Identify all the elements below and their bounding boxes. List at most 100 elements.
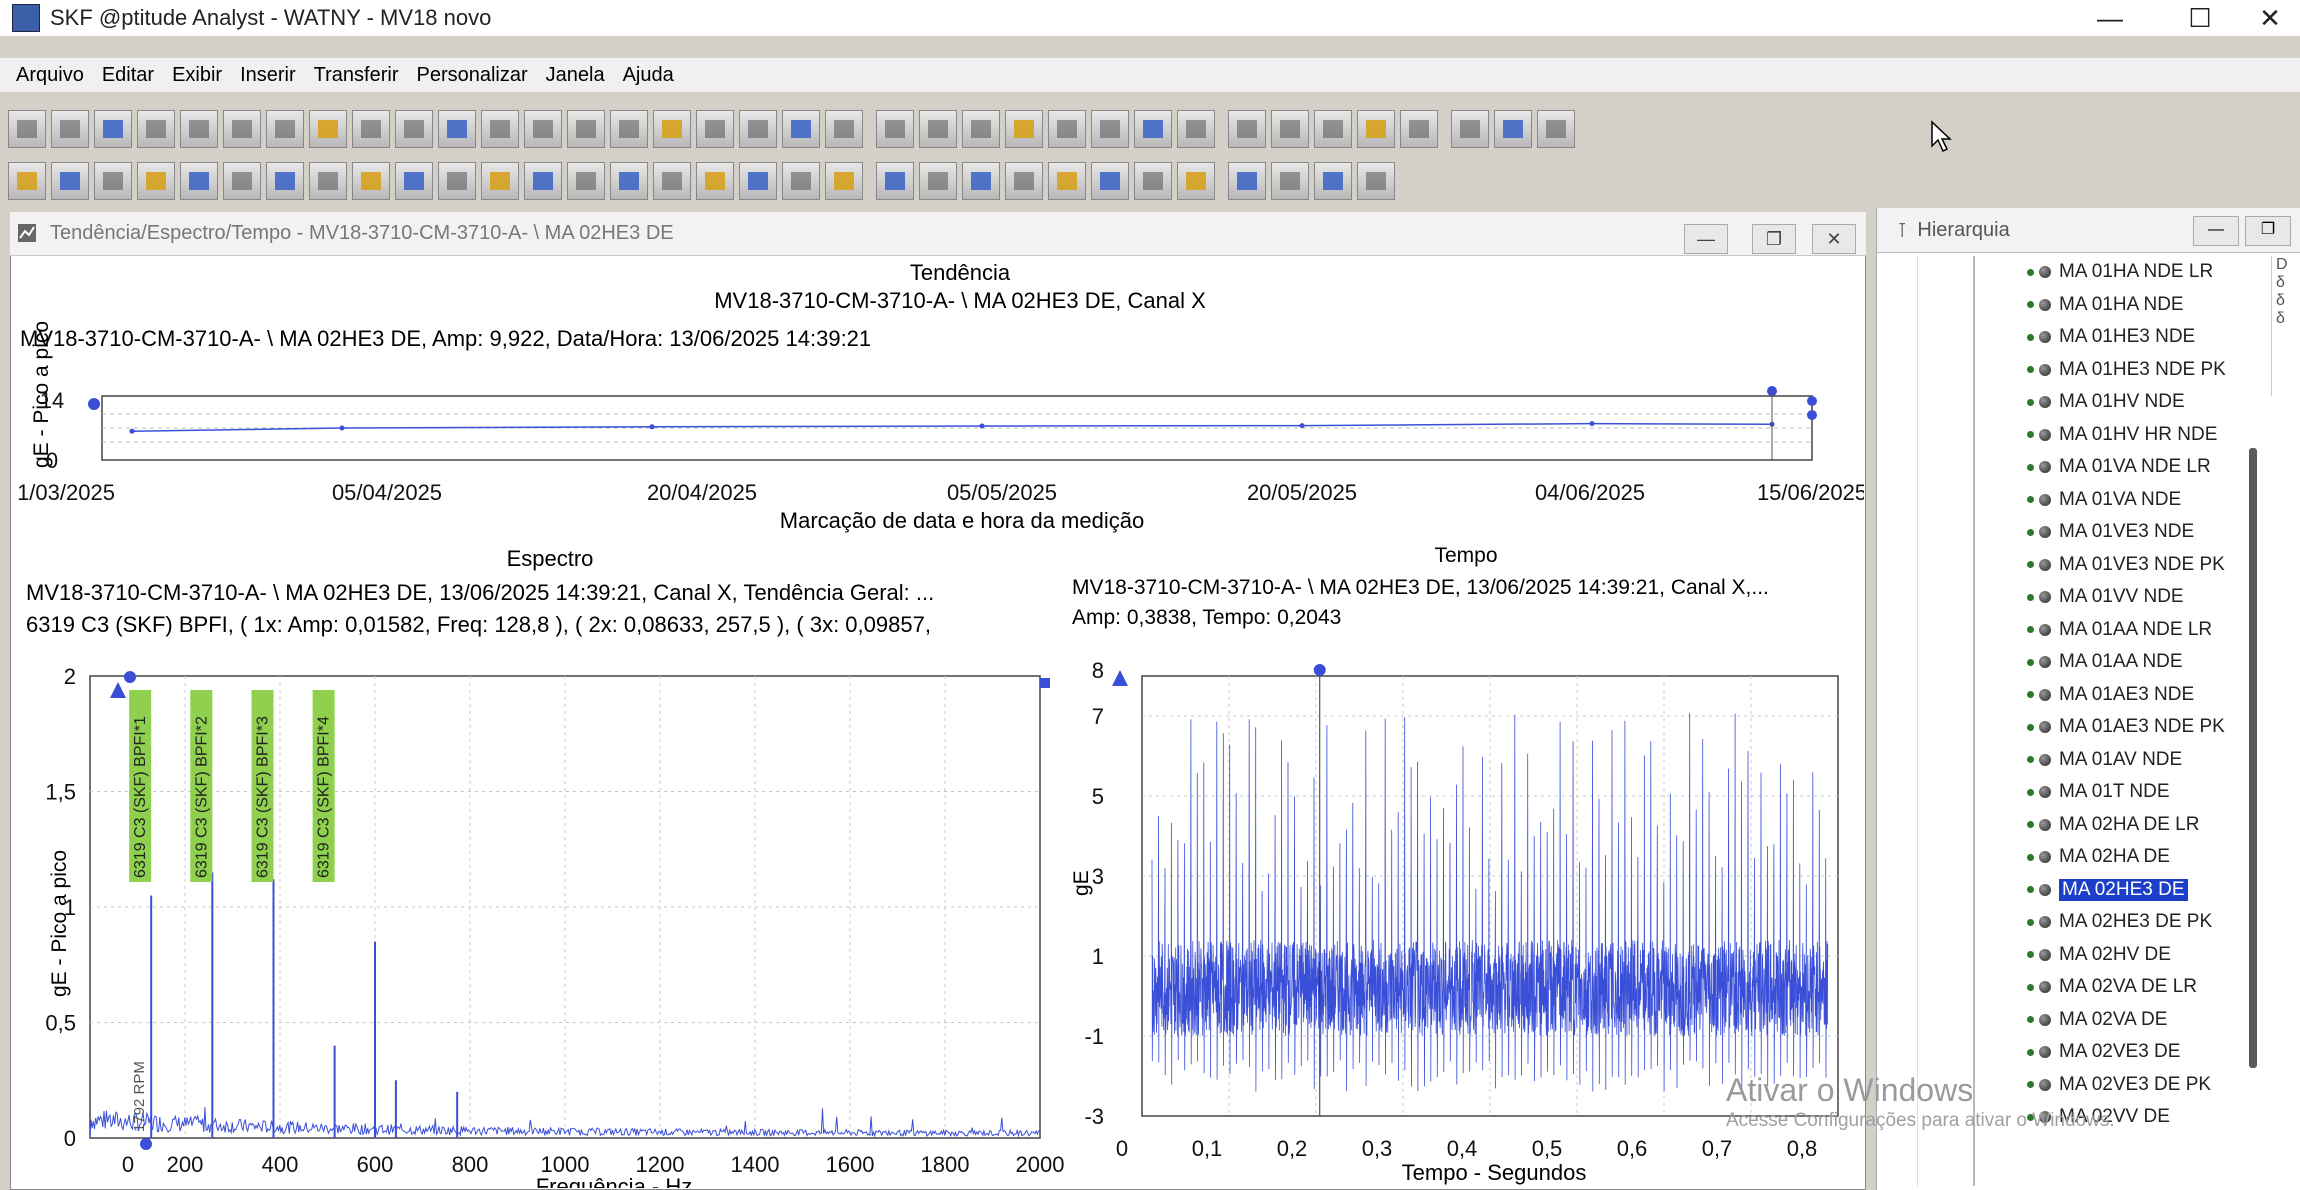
- toolbar-button-icon[interactable]: [309, 162, 347, 200]
- toolbar-button-icon[interactable]: [8, 110, 46, 148]
- toolbar-button-icon[interactable]: [223, 162, 261, 200]
- toolbar-button-icon[interactable]: [876, 110, 914, 148]
- menu-arquivo[interactable]: Arquivo: [16, 64, 84, 87]
- toolbar-button-icon[interactable]: [524, 162, 562, 200]
- toolbar-button-icon[interactable]: [610, 162, 648, 200]
- toolbar-button-icon[interactable]: [51, 110, 89, 148]
- toolbar-button-icon[interactable]: [1005, 162, 1043, 200]
- hierarchy-item[interactable]: MA 02HA DE: [2027, 841, 2226, 874]
- toolbar-button-icon[interactable]: [962, 162, 1000, 200]
- menu-transferir[interactable]: Transferir: [314, 64, 399, 87]
- toolbar-button-icon[interactable]: [1537, 110, 1575, 148]
- toolbar-button-icon[interactable]: [438, 162, 476, 200]
- toolbar-button-icon[interactable]: [180, 110, 218, 148]
- menu-ajuda[interactable]: Ajuda: [623, 64, 674, 87]
- toolbar-button-icon[interactable]: [739, 110, 777, 148]
- child-maximize-button[interactable]: ❐: [1752, 224, 1796, 254]
- toolbar-button-icon[interactable]: [739, 162, 777, 200]
- toolbar-button-icon[interactable]: [1177, 110, 1215, 148]
- hierarchy-item[interactable]: MA 01VA NDE: [2027, 484, 2226, 517]
- hierarchy-item[interactable]: MA 01AA NDE LR: [2027, 614, 2226, 647]
- hierarchy-item[interactable]: MA 01VV NDE: [2027, 581, 2226, 614]
- toolbar-button-icon[interactable]: [1357, 110, 1395, 148]
- toolbar-button-icon[interactable]: [1134, 162, 1172, 200]
- hierarchy-item[interactable]: MA 02VA DE LR: [2027, 971, 2226, 1004]
- toolbar-button-icon[interactable]: [876, 162, 914, 200]
- toolbar-button-icon[interactable]: [653, 110, 691, 148]
- hierarchy-item[interactable]: MA 01VE3 NDE PK: [2027, 549, 2226, 582]
- toolbar-button-icon[interactable]: [8, 162, 46, 200]
- menu-personalizar[interactable]: Personalizar: [416, 64, 527, 87]
- toolbar-button-icon[interactable]: [1400, 110, 1438, 148]
- spectrum-chart[interactable]: Espectro MV18-3710-CM-3710-A- \ MA 02HE3…: [14, 542, 1064, 1188]
- toolbar-button-icon[interactable]: [1091, 110, 1129, 148]
- hierarchy-minimize-button[interactable]: —: [2193, 216, 2239, 246]
- toolbar-button-icon[interactable]: [395, 110, 433, 148]
- hierarchy-item[interactable]: MA 01AA NDE: [2027, 646, 2226, 679]
- hierarchy-item[interactable]: MA 02VA DE: [2027, 1004, 2226, 1037]
- child-minimize-button[interactable]: —: [1684, 224, 1728, 254]
- toolbar-button-icon[interactable]: [1314, 162, 1352, 200]
- menu-editar[interactable]: Editar: [102, 64, 154, 87]
- hierarchy-item[interactable]: MA 01VA NDE LR: [2027, 451, 2226, 484]
- toolbar-button-icon[interactable]: [266, 110, 304, 148]
- hierarchy-item[interactable]: MA 02VE3 DE PK: [2027, 1069, 2226, 1102]
- hierarchy-scrollbar[interactable]: [2249, 448, 2257, 1068]
- hierarchy-item[interactable]: MA 01HE3 NDE PK: [2027, 354, 2226, 387]
- toolbar-button-icon[interactable]: [696, 162, 734, 200]
- toolbar-button-icon[interactable]: [223, 110, 261, 148]
- toolbar-button-icon[interactable]: [438, 110, 476, 148]
- hierarchy-item[interactable]: MA 01HV HR NDE: [2027, 419, 2226, 452]
- minimize-button[interactable]: —: [2080, 2, 2140, 34]
- toolbar-button-icon[interactable]: [919, 110, 957, 148]
- toolbar-button-icon[interactable]: [180, 162, 218, 200]
- toolbar-button-icon[interactable]: [481, 110, 519, 148]
- hierarchy-item[interactable]: MA 01HV NDE: [2027, 386, 2226, 419]
- hierarchy-item[interactable]: MA 01HA NDE LR: [2027, 256, 2226, 289]
- toolbar-button-icon[interactable]: [1134, 110, 1172, 148]
- toolbar-button-icon[interactable]: [51, 162, 89, 200]
- hierarchy-item[interactable]: MA 02HE3 DE PK: [2027, 906, 2226, 939]
- hierarchy-item[interactable]: MA 01HA NDE: [2027, 289, 2226, 322]
- toolbar-button-icon[interactable]: [266, 162, 304, 200]
- toolbar-button-icon[interactable]: [1091, 162, 1129, 200]
- toolbar-button-icon[interactable]: [94, 110, 132, 148]
- hierarchy-item[interactable]: MA 02VE3 DE: [2027, 1036, 2226, 1069]
- toolbar-button-icon[interactable]: [653, 162, 691, 200]
- hierarchy-item[interactable]: MA 01AE3 NDE: [2027, 679, 2226, 712]
- hierarchy-item[interactable]: MA 02HE3 DE: [2027, 874, 2226, 907]
- toolbar-button-icon[interactable]: [137, 110, 175, 148]
- trend-chart[interactable]: Tendência MV18-3710-CM-3710-A- \ MA 02HE…: [12, 258, 1864, 538]
- toolbar-button-icon[interactable]: [825, 162, 863, 200]
- toolbar-button-icon[interactable]: [1357, 162, 1395, 200]
- toolbar-button-icon[interactable]: [919, 162, 957, 200]
- menu-inserir[interactable]: Inserir: [240, 64, 296, 87]
- toolbar-button-icon[interactable]: [1271, 110, 1309, 148]
- hierarchy-item[interactable]: MA 01T NDE: [2027, 776, 2226, 809]
- hierarchy-item[interactable]: MA 01HE3 NDE: [2027, 321, 2226, 354]
- toolbar-button-icon[interactable]: [825, 110, 863, 148]
- toolbar-button-icon[interactable]: [1048, 162, 1086, 200]
- toolbar-button-icon[interactable]: [567, 162, 605, 200]
- toolbar-button-icon[interactable]: [309, 110, 347, 148]
- toolbar-button-icon[interactable]: [352, 110, 390, 148]
- hierarchy-pin-icon[interactable]: ⊺: [1897, 218, 1907, 243]
- toolbar-button-icon[interactable]: [1228, 162, 1266, 200]
- hierarchy-maximize-button[interactable]: ❐: [2245, 216, 2291, 246]
- toolbar-button-icon[interactable]: [395, 162, 433, 200]
- menu-exibir[interactable]: Exibir: [172, 64, 222, 87]
- hierarchy-item[interactable]: MA 01AV NDE: [2027, 744, 2226, 777]
- hierarchy-item[interactable]: MA 02HV DE: [2027, 939, 2226, 972]
- hierarchy-item[interactable]: MA 01AE3 NDE PK: [2027, 711, 2226, 744]
- toolbar-button-icon[interactable]: [567, 110, 605, 148]
- close-button[interactable]: ✕: [2240, 2, 2300, 34]
- toolbar-button-icon[interactable]: [1048, 110, 1086, 148]
- toolbar-button-icon[interactable]: [610, 110, 648, 148]
- hierarchy-item[interactable]: MA 01VE3 NDE: [2027, 516, 2226, 549]
- toolbar-button-icon[interactable]: [481, 162, 519, 200]
- toolbar-button-icon[interactable]: [1005, 110, 1043, 148]
- toolbar-button-icon[interactable]: [1494, 110, 1532, 148]
- toolbar-button-icon[interactable]: [696, 110, 734, 148]
- toolbar-button-icon[interactable]: [1177, 162, 1215, 200]
- toolbar-button-icon[interactable]: [1314, 110, 1352, 148]
